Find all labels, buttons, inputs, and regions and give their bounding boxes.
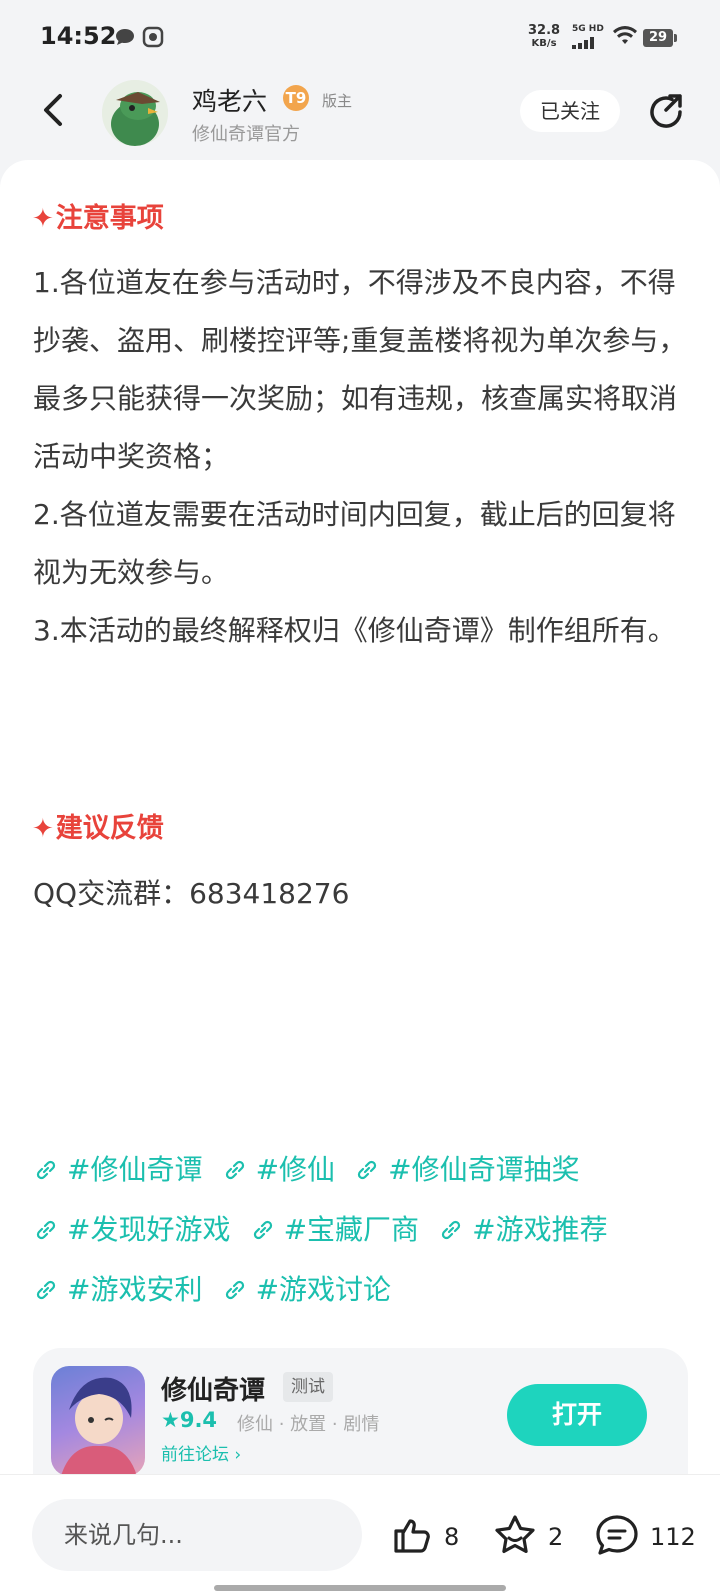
level-badge: T9 — [283, 85, 309, 111]
wifi-icon — [613, 26, 637, 44]
topic-tag[interactable]: #修仙奇谭 — [33, 1150, 202, 1190]
star-outline-icon — [495, 1515, 535, 1553]
link-icon — [225, 1280, 244, 1300]
link-icon — [253, 1220, 272, 1240]
bottom-action-bar: 来说几句... 8 2 112 — [0, 1474, 720, 1593]
comments-button[interactable]: 112 — [594, 1513, 696, 1557]
open-game-button[interactable]: 打开 — [507, 1384, 647, 1446]
post-content: ✦注意事项 1.各位道友在参与活动时，不得涉及不良内容，不得抄袭、盗用、刷楼控评… — [0, 160, 720, 1488]
game-name: 修仙奇谭 — [161, 1376, 266, 1406]
home-indicator[interactable] — [214, 1585, 506, 1591]
feedback-title: ✦建议反馈 — [32, 813, 164, 844]
follow-button[interactable]: 已关注 — [520, 90, 620, 132]
author-avatar[interactable] — [102, 80, 168, 146]
topic-tag[interactable]: #游戏讨论 — [222, 1270, 391, 1310]
forum-link[interactable]: 前往论坛 › — [161, 1440, 241, 1465]
link-icon — [358, 1160, 377, 1180]
topic-tag[interactable]: #修仙 — [222, 1150, 335, 1190]
game-card[interactable]: 修仙奇谭 测试 ★9.4 修仙 · 放置 · 剧情 前往论坛 › 打开 — [33, 1348, 688, 1488]
author-subtitle: 修仙奇谭官方 — [192, 124, 300, 145]
comment-bubble-icon — [596, 1515, 638, 1555]
topic-tag[interactable]: #发现好游戏 — [33, 1210, 230, 1250]
game-genres: 修仙 · 放置 · 剧情 — [237, 1414, 380, 1435]
status-bar: 14:52 32.8 KB/s 5G HD 29 — [0, 0, 720, 76]
link-icon — [36, 1220, 56, 1240]
message-icon — [116, 29, 134, 45]
link-icon — [36, 1280, 56, 1300]
topic-tags: #修仙奇谭 #修仙 #修仙奇谭抽奖 #发现好游戏 #宝藏厂商 #游戏推荐 #游戏… — [33, 1150, 703, 1330]
chevron-right-icon: › — [234, 1445, 242, 1465]
star-icon: ★ — [161, 1408, 180, 1432]
game-rating: ★9.4 — [161, 1408, 218, 1432]
link-icon — [442, 1220, 461, 1240]
thumbs-up-icon — [394, 1519, 430, 1553]
game-icon — [51, 1366, 145, 1476]
notice-item: 1.各位道友在参与活动时，不得涉及不良内容，不得抄袭、盗用、刷楼控评等;重复盖楼… — [33, 266, 687, 473]
share-icon[interactable] — [644, 90, 688, 134]
qq-group-text: QQ交流群：683418276 — [33, 877, 350, 910]
topic-tag[interactable]: #游戏安利 — [33, 1270, 202, 1310]
game-status-badge: 测试 — [283, 1372, 333, 1402]
author-name[interactable]: 鸡老六 — [192, 82, 267, 118]
comment-input[interactable]: 来说几句... — [32, 1499, 362, 1571]
back-arrow-icon[interactable] — [36, 90, 76, 130]
notice-item: 2.各位道友需要在活动时间内回复，截止后的回复将视为无效参与。 — [33, 498, 676, 589]
signal-icon: 5G HD — [572, 24, 604, 53]
link-icon — [225, 1160, 244, 1180]
notice-title: ✦注意事项 — [32, 203, 164, 234]
battery-indicator: 29 — [643, 29, 677, 47]
topic-tag[interactable]: #宝藏厂商 — [250, 1210, 419, 1250]
notice-item: 3.本活动的最终解释权归《修仙奇谭》制作组所有。 — [33, 614, 676, 647]
sparkle-icon: ✦ — [32, 204, 54, 234]
topic-tag[interactable]: #修仙奇谭抽奖 — [354, 1150, 580, 1190]
link-icon — [36, 1160, 56, 1180]
sparkle-icon: ✦ — [32, 814, 54, 844]
favorite-button[interactable]: 2 — [492, 1513, 563, 1557]
topic-tag[interactable]: #游戏推荐 — [438, 1210, 608, 1250]
status-time: 14:52 — [40, 22, 117, 50]
app-notification-icon — [142, 26, 164, 48]
post-header: 鸡老六 T9 版主 修仙奇谭官方 已关注 — [0, 76, 720, 166]
role-label: 版主 — [322, 92, 353, 110]
like-button[interactable]: 8 — [390, 1513, 459, 1557]
network-speed: 32.8 KB/s — [528, 23, 561, 49]
